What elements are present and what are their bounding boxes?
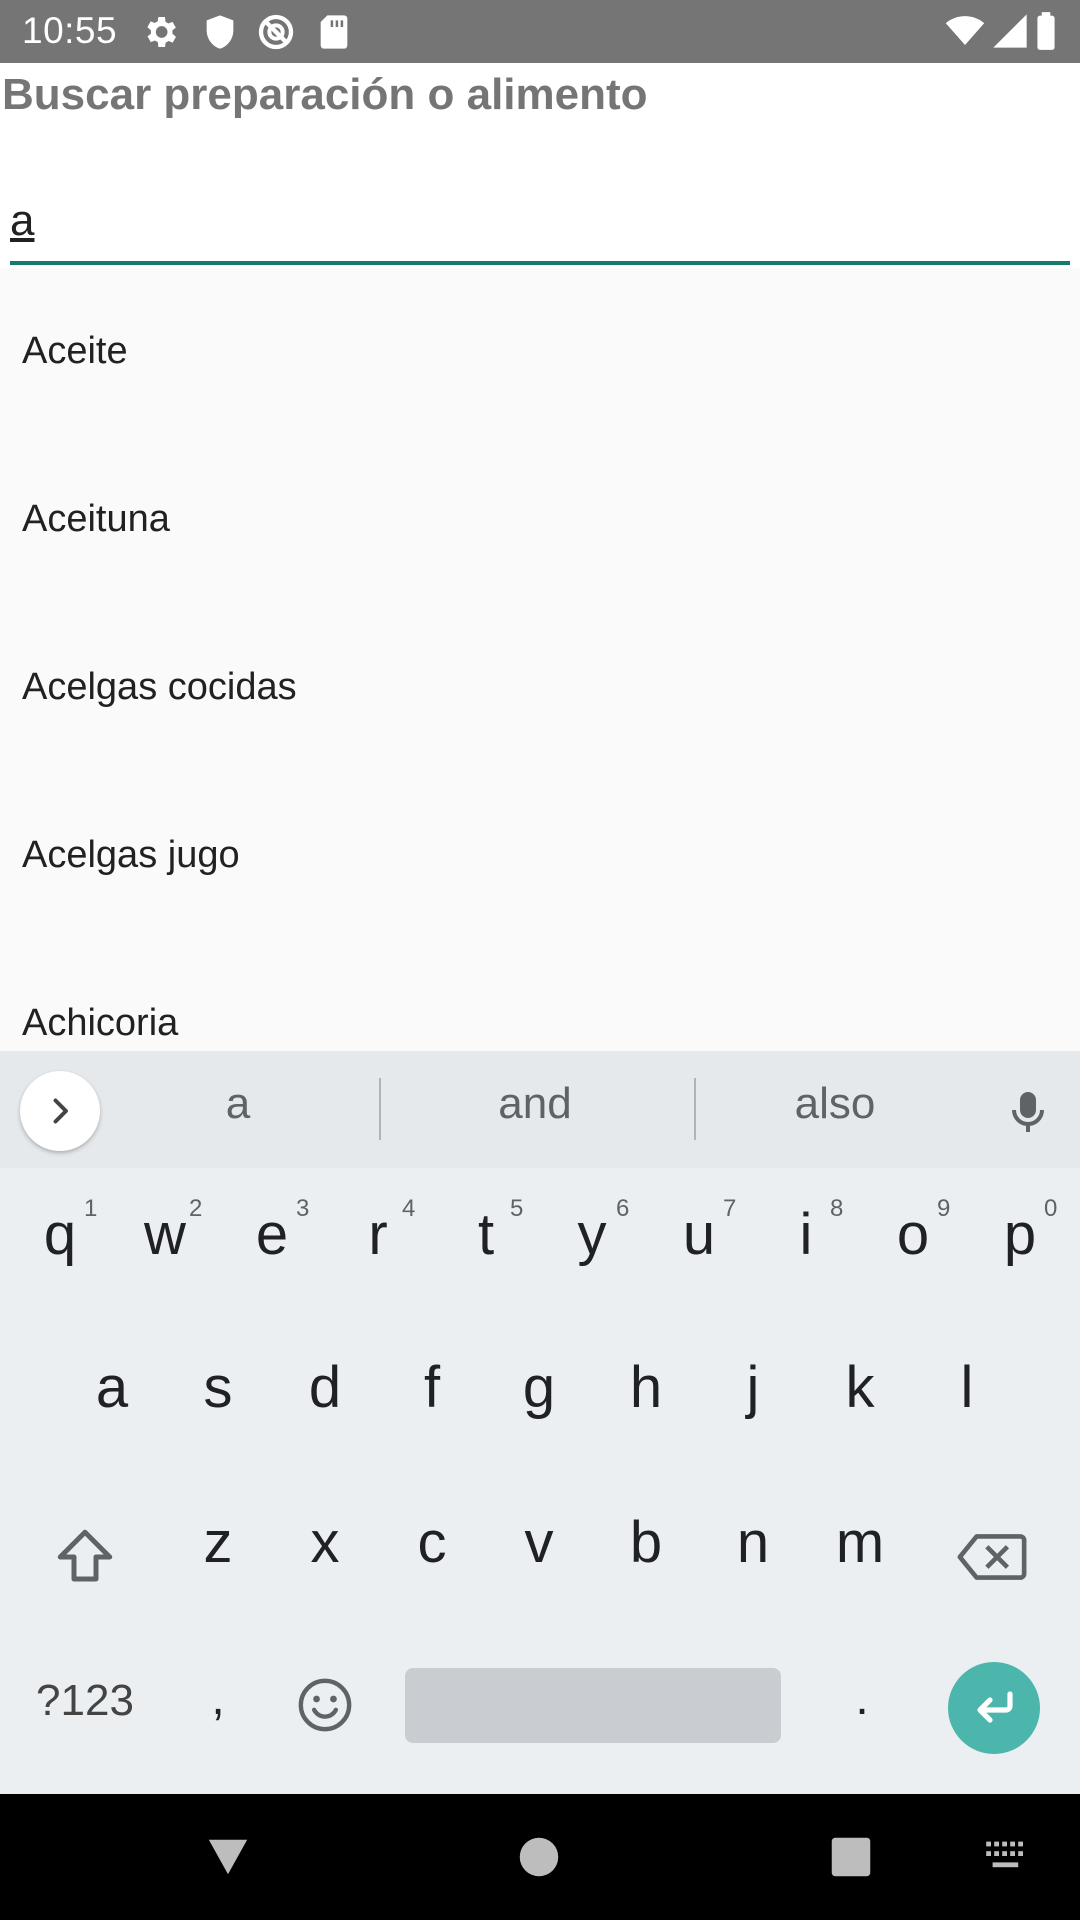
suggestion-bar: a and also	[0, 1051, 1080, 1168]
status-bar: 10:55	[0, 0, 1080, 63]
expand-toolbar-button[interactable]	[20, 1071, 100, 1151]
key-o[interactable]: 9o	[883, 1195, 951, 1268]
list-item[interactable]: Acelgas jugo	[0, 772, 1080, 940]
gear-icon	[147, 17, 176, 47]
key-s[interactable]: s	[188, 1354, 248, 1421]
key-z[interactable]: z	[188, 1509, 248, 1576]
list-item[interactable]: Aceituna	[0, 436, 1080, 604]
enter-button[interactable]	[948, 1662, 1040, 1754]
suggestion-1[interactable]: a	[178, 1079, 298, 1129]
status-time: 10:55	[22, 10, 118, 51]
key-d[interactable]: d	[295, 1354, 355, 1421]
key-l[interactable]: l	[937, 1354, 997, 1421]
key-t[interactable]: 5t	[456, 1195, 523, 1268]
key-comma[interactable]: ,	[198, 1671, 238, 1726]
key-b[interactable]: b	[616, 1509, 676, 1576]
emoji-icon[interactable]	[296, 1676, 354, 1734]
key-period[interactable]: .	[842, 1671, 882, 1726]
suggestion-divider	[694, 1078, 696, 1140]
list-item-label: Acelgas cocidas	[22, 666, 297, 708]
back-icon[interactable]	[204, 1834, 252, 1880]
wifi-icon	[945, 16, 985, 45]
navigation-bar	[0, 1794, 1080, 1920]
shift-icon[interactable]	[52, 1524, 118, 1590]
backspace-icon[interactable]	[956, 1529, 1028, 1585]
key-p[interactable]: 0p	[990, 1195, 1058, 1268]
list-item-label: Acelgas jugo	[22, 834, 240, 876]
soft-keyboard: a and also 1q 2w 3e 4r 5t 6y 7u 8i 9o 0p…	[0, 1051, 1080, 1794]
key-u[interactable]: 7u	[669, 1195, 737, 1268]
list-item-label: Aceituna	[22, 498, 170, 540]
battery-icon	[1037, 12, 1055, 50]
list-item[interactable]: Acelgas cocidas	[0, 604, 1080, 772]
key-c[interactable]: c	[402, 1509, 462, 1576]
key-m[interactable]: m	[830, 1509, 890, 1576]
shield-icon	[206, 15, 234, 49]
cell-signal-icon	[993, 14, 1027, 48]
key-k[interactable]: k	[830, 1354, 890, 1421]
microphone-icon[interactable]	[1004, 1086, 1052, 1138]
recents-icon[interactable]	[830, 1836, 872, 1878]
keyboard-switch-icon[interactable]	[984, 1840, 1030, 1872]
results-list: Aceite Aceituna Acelgas cocidas Acelgas …	[0, 268, 1080, 1051]
key-i[interactable]: 8i	[776, 1195, 844, 1268]
enter-arrow-icon	[977, 1691, 1013, 1723]
key-r[interactable]: 4r	[348, 1195, 415, 1268]
suggestion-2[interactable]: and	[440, 1079, 630, 1129]
search-input[interactable]	[10, 170, 1070, 265]
key-j[interactable]: j	[723, 1354, 783, 1421]
key-q[interactable]: 1q	[30, 1195, 98, 1268]
key-y[interactable]: 6y	[562, 1195, 630, 1268]
key-x[interactable]: x	[295, 1509, 355, 1576]
key-g[interactable]: g	[509, 1354, 569, 1421]
space-key[interactable]	[405, 1668, 781, 1743]
sd-card-icon	[320, 15, 348, 49]
key-e[interactable]: 3e	[242, 1195, 310, 1268]
key-a[interactable]: a	[82, 1354, 142, 1421]
list-item-label: Achicoria	[22, 1002, 179, 1044]
home-icon[interactable]	[518, 1836, 560, 1878]
key-h[interactable]: h	[616, 1354, 676, 1421]
list-item[interactable]: Achicoria	[0, 940, 1080, 1051]
list-item[interactable]: Aceite	[0, 268, 1080, 436]
chevron-right-icon	[53, 1098, 68, 1124]
no-data-saver-icon	[258, 14, 294, 50]
key-f[interactable]: f	[402, 1354, 462, 1421]
suggestion-3[interactable]: also	[740, 1079, 930, 1129]
key-v[interactable]: v	[509, 1509, 569, 1576]
page-title: Buscar preparación o alimento	[2, 70, 648, 119]
key-n[interactable]: n	[723, 1509, 783, 1576]
suggestion-divider	[379, 1078, 381, 1140]
key-w[interactable]: 2w	[135, 1195, 202, 1268]
list-item-label: Aceite	[22, 330, 128, 372]
symbols-key[interactable]: ?123	[22, 1676, 148, 1726]
